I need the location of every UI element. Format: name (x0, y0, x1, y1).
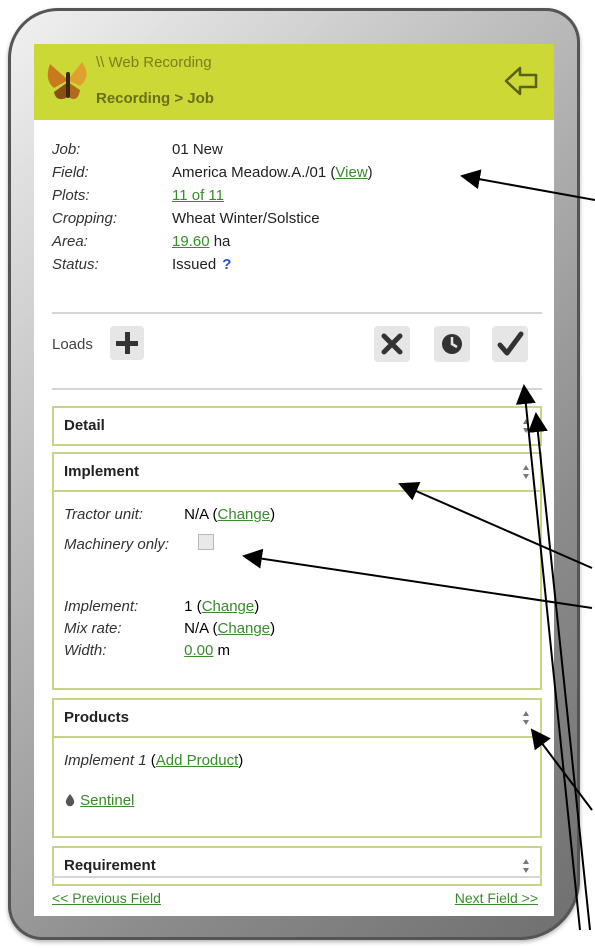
machinery-only-row: Machinery only: (64, 536, 169, 553)
width-unit: m (217, 642, 231, 659)
tractor-unit-row: Tractor unit: N/A (Change) (64, 506, 276, 523)
section-products[interactable]: Products (52, 698, 542, 738)
tractor-change-link[interactable]: Change (218, 506, 271, 523)
status-value: Issued? (172, 253, 231, 276)
tractor-value: N/A (184, 506, 209, 523)
status-text: Issued (172, 256, 217, 273)
field-view-link[interactable]: View (335, 164, 367, 181)
section-title: Products (64, 709, 130, 726)
section-title: Requirement (64, 857, 156, 874)
previous-field-link[interactable]: << Previous Field (52, 890, 161, 906)
implement-row: Implement: 1 (Change) (64, 598, 260, 615)
add-load-button[interactable] (110, 326, 144, 360)
job-value: 01 New (172, 141, 223, 158)
product-implement-label: Implement 1 (64, 752, 147, 769)
field-label: Field: (52, 164, 89, 181)
app-title: \\ Web Recording (96, 54, 212, 71)
area-unit: ha (213, 233, 231, 250)
clock-icon (442, 334, 462, 354)
next-field-link[interactable]: Next Field >> (455, 890, 538, 906)
mix-rate-label: Mix rate: (64, 620, 122, 637)
mix-rate-change-link[interactable]: Change (218, 620, 271, 637)
product-drop-icon (65, 794, 75, 807)
implement-product-row: Implement 1 (Add Product) (64, 752, 244, 769)
field-value: America Meadow.A./01 (View) (172, 161, 373, 184)
products-body: Implement 1 (Add Product) Sentinel (52, 738, 542, 838)
job-info: Job: 01 New Field: America Meadow.A./01 … (52, 138, 373, 276)
section-detail[interactable]: Detail (52, 406, 542, 446)
status-row: Status: Issued? (52, 253, 373, 276)
section-requirement[interactable]: Requirement (52, 846, 542, 886)
expand-collapse-icon (523, 465, 529, 479)
schedule-button[interactable] (434, 326, 470, 362)
cropping-row: Cropping: Wheat Winter/Solstice (52, 207, 373, 230)
implement-body: Tractor unit: N/A (Change) Machinery onl… (52, 492, 542, 690)
confirm-button[interactable] (492, 326, 528, 362)
width-row: Width: 0.00 m (64, 642, 230, 659)
plots-link[interactable]: 11 of 11 (172, 184, 224, 207)
section-implement[interactable]: Implement (52, 452, 542, 492)
divider (52, 312, 542, 314)
product-row: Sentinel (64, 792, 134, 809)
job-row: Job: 01 New (52, 138, 373, 161)
area-value: 19.60 ha (172, 230, 230, 253)
add-product-link[interactable]: Add Product (156, 752, 239, 769)
area-link[interactable]: 19.60 (172, 233, 210, 250)
machinery-only-checkbox[interactable] (198, 534, 214, 550)
section-title: Implement (64, 463, 140, 480)
field-name: America Meadow.A./01 (172, 164, 327, 181)
cropping-label: Cropping: (52, 210, 118, 227)
expand-collapse-icon (523, 711, 529, 725)
app-screen: \\ Web Recording Recording > Job Job: 01… (34, 44, 554, 916)
x-icon (381, 333, 403, 355)
breadcrumb[interactable]: Recording > Job (96, 90, 214, 107)
plots-label: Plots: (52, 187, 90, 204)
width-link[interactable]: 0.00 (184, 642, 213, 659)
check-icon (497, 331, 524, 356)
implement-label: Implement: (64, 598, 139, 615)
field-row: Field: America Meadow.A./01 (View) (52, 161, 373, 184)
tractor-label: Tractor unit: (64, 506, 143, 523)
area-row: Area: 19.60 ha (52, 230, 373, 253)
job-label: Job: (52, 141, 81, 158)
back-arrow-icon[interactable] (502, 62, 540, 100)
mix-rate-row: Mix rate: N/A (Change) (64, 620, 276, 637)
section-title: Detail (64, 417, 105, 434)
implement-change-link[interactable]: Change (202, 598, 255, 615)
area-label: Area: (52, 233, 88, 250)
plus-icon (116, 332, 138, 354)
section-header: Detail (54, 408, 540, 444)
implement-value: 1 (184, 598, 193, 615)
divider (52, 876, 542, 878)
divider (52, 388, 542, 390)
width-label: Width: (64, 642, 107, 659)
section-header: Requirement (54, 848, 540, 884)
section-header: Implement (54, 454, 540, 490)
section-header: Products (54, 700, 540, 736)
product-link[interactable]: Sentinel (80, 792, 134, 809)
view-close-paren: ) (367, 164, 373, 181)
expand-collapse-icon (523, 859, 529, 873)
help-icon[interactable]: ? (222, 256, 231, 273)
cancel-button[interactable] (374, 326, 410, 362)
machinery-label: Machinery only: (64, 536, 170, 553)
butterfly-logo-icon (47, 62, 87, 100)
app-header: \\ Web Recording Recording > Job (34, 44, 554, 120)
mix-rate-value: N/A (184, 620, 209, 637)
cropping-value: Wheat Winter/Solstice (172, 210, 320, 227)
expand-collapse-icon (523, 419, 529, 433)
plots-row: Plots: 11 of 11 (52, 184, 373, 207)
status-label: Status: (52, 256, 99, 273)
loads-label: Loads (52, 336, 93, 353)
